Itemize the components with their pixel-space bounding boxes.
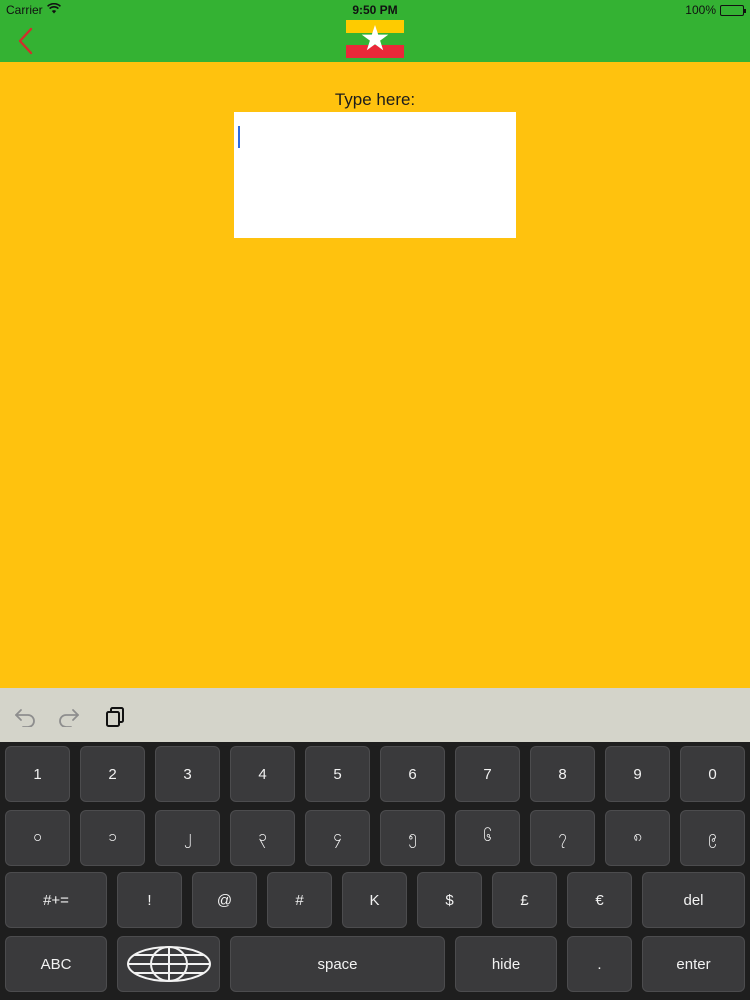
undo-icon — [15, 709, 35, 727]
redo-icon — [59, 709, 79, 727]
key-myanmar-0[interactable]: ၀ — [5, 810, 70, 866]
key-myanmar-7[interactable]: ၇ — [530, 810, 595, 866]
status-time: 9:50 PM — [352, 3, 398, 17]
key-2[interactable]: 2 — [80, 746, 145, 802]
text-input-area[interactable] — [234, 112, 516, 238]
key-8[interactable]: 8 — [530, 746, 595, 802]
globe-icon — [126, 946, 211, 982]
keyboard-toolbar — [0, 688, 750, 742]
key-4[interactable]: 4 — [230, 746, 295, 802]
redo-button[interactable] — [56, 704, 82, 730]
key-myanmar-9[interactable]: ၉ — [680, 810, 745, 866]
key-myanmar-6[interactable]: ၆ — [455, 810, 520, 866]
key-myanmar-4[interactable]: ၄ — [305, 810, 370, 866]
key-6[interactable]: 6 — [380, 746, 445, 802]
key-3[interactable]: 3 — [155, 746, 220, 802]
key-abc[interactable]: ABC — [5, 936, 107, 992]
key-7[interactable]: 7 — [455, 746, 520, 802]
key-myanmar-8[interactable]: ၈ — [605, 810, 670, 866]
key-dollar[interactable]: $ — [417, 872, 482, 928]
battery-icon — [720, 4, 746, 16]
key-enter[interactable]: enter — [642, 936, 745, 992]
key-at[interactable]: @ — [192, 872, 257, 928]
key-0[interactable]: 0 — [680, 746, 745, 802]
status-bar: Carrier 9:50 PM 100% — [0, 0, 750, 20]
key-hide[interactable]: hide — [455, 936, 557, 992]
key-myanmar-1[interactable]: ၁ — [80, 810, 145, 866]
key-delete[interactable]: del — [642, 872, 745, 928]
key-exclamation[interactable]: ! — [117, 872, 182, 928]
key-myanmar-2[interactable]: ၂ — [155, 810, 220, 866]
copy-button[interactable] — [102, 704, 128, 730]
undo-button[interactable] — [12, 704, 38, 730]
key-more-symbols[interactable]: #+= — [5, 872, 107, 928]
key-space[interactable]: space — [230, 936, 445, 992]
key-1[interactable]: 1 — [5, 746, 70, 802]
text-cursor — [238, 126, 240, 148]
key-k[interactable]: K — [342, 872, 407, 928]
status-right: 100% — [685, 3, 746, 17]
key-5[interactable]: 5 — [305, 746, 370, 802]
navigation-bar — [0, 20, 750, 62]
key-9[interactable]: 9 — [605, 746, 670, 802]
key-pound[interactable]: £ — [492, 872, 557, 928]
key-myanmar-3[interactable]: ၃ — [230, 810, 295, 866]
key-euro[interactable]: € — [567, 872, 632, 928]
back-button[interactable] — [10, 24, 40, 58]
myanmar-flag-icon — [346, 20, 404, 58]
chevron-left-icon — [18, 27, 33, 55]
key-myanmar-5[interactable]: ၅ — [380, 810, 445, 866]
copy-icon — [106, 707, 124, 727]
prompt-label: Type here: — [334, 90, 416, 109]
key-globe[interactable] — [117, 936, 220, 992]
key-period[interactable]: . — [567, 936, 632, 992]
keyboard: 1 2 3 4 5 6 7 8 9 0 ၀ ၁ ၂ ၃ ၄ ၅ ၆ ၇ ၈ ၉ … — [0, 742, 750, 1000]
key-hash[interactable]: # — [267, 872, 332, 928]
battery-percent: 100% — [685, 3, 716, 17]
